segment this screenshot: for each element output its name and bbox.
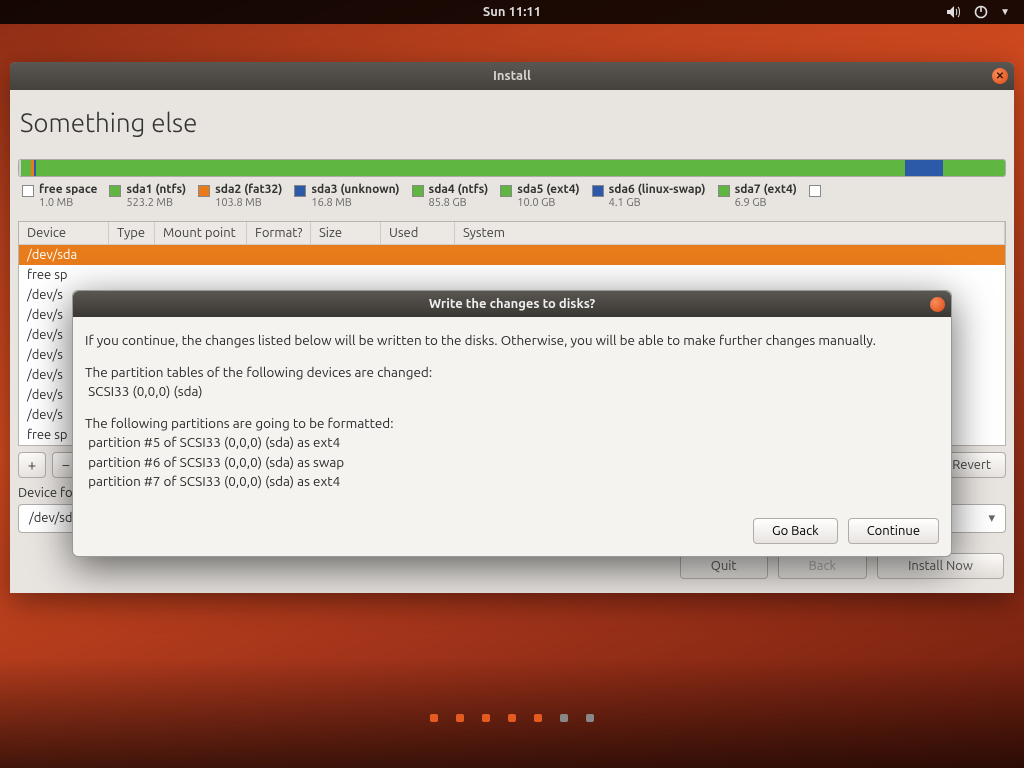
table-header: Device Type Mount point Format? Size Use… — [19, 222, 1005, 245]
dialog-titlebar: Write the changes to disks? — [73, 291, 951, 317]
dialog-title: Write the changes to disks? — [429, 297, 595, 311]
legend-item: free space1.0 MB — [16, 183, 103, 211]
window-titlebar: Install ✕ — [10, 62, 1014, 90]
legend-item: sda1 (ntfs)523.2 MB — [103, 183, 192, 211]
confirm-dialog: Write the changes to disks? If you conti… — [72, 290, 952, 557]
add-button[interactable]: + — [18, 452, 46, 478]
system-topbar: Sun 11:11 ▼ — [0, 0, 1024, 24]
close-icon[interactable]: ✕ — [992, 68, 1008, 84]
dialog-buttons: Go Back Continue — [73, 518, 951, 556]
dialog-body: If you continue, the changes listed belo… — [73, 317, 951, 518]
legend-item: sda7 (ext4)6.9 GB — [712, 183, 803, 211]
go-back-button[interactable]: Go Back — [753, 518, 838, 544]
chevron-down-icon[interactable]: ▼ — [1000, 6, 1010, 18]
page-title: Something else — [10, 90, 1014, 159]
partition-legend: free space1.0 MBsda1 (ntfs)523.2 MBsda2 … — [16, 183, 1008, 211]
power-icon[interactable] — [974, 5, 988, 19]
volume-icon[interactable] — [946, 5, 962, 19]
legend-item: sda6 (linux-swap)4.1 GB — [586, 183, 712, 211]
table-row[interactable]: /dev/sda — [19, 245, 1005, 265]
clock: Sun 11:11 — [483, 5, 541, 19]
table-row[interactable]: free sp — [19, 265, 1005, 285]
legend-item: sda2 (fat32)103.8 MB — [192, 183, 288, 211]
legend-item: sda5 (ext4)10.0 GB — [494, 183, 585, 211]
window-title: Install — [493, 69, 531, 83]
disk-usage-bar — [18, 159, 1006, 177]
close-icon[interactable] — [930, 297, 945, 312]
continue-button[interactable]: Continue — [848, 518, 939, 544]
legend-item: sda3 (unknown)16.8 MB — [288, 183, 405, 211]
progress-dots — [0, 714, 1024, 722]
legend-item: sda4 (ntfs)85.8 GB — [406, 183, 495, 211]
legend-item — [803, 183, 832, 211]
